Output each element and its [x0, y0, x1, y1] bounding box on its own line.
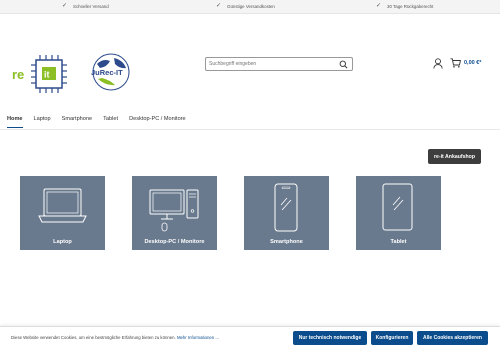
category-label: Desktop-PC / Monitore [144, 239, 205, 245]
nav-item-tablet[interactable]: Tablet [103, 116, 118, 128]
re-it-logo[interactable]: re it [12, 52, 72, 96]
configure-cookies-button[interactable]: Konfigurieren [371, 331, 413, 345]
category-tile-laptop[interactable]: Laptop [20, 176, 105, 250]
nav-item-smartphone[interactable]: Smartphone [62, 116, 92, 128]
usp-label: Günstige Versandkosten [227, 3, 275, 9]
category-label: Smartphone [270, 239, 303, 245]
nav-item-desktop-pc[interactable]: Desktop-PC / Monitore [129, 116, 186, 128]
account-icon[interactable] [433, 58, 443, 69]
category-tile-desktop-pc[interactable]: Desktop-PC / Monitore [132, 176, 217, 250]
jurec-it-logo[interactable]: JuRec-IT [88, 52, 134, 92]
check-icon: ✓ [62, 3, 68, 9]
nav-item-home[interactable]: Home [7, 116, 23, 128]
nav-item-laptop[interactable]: Laptop [34, 116, 51, 128]
nav-divider [0, 129, 500, 130]
cookie-text: Diese Website verwendet Cookies, um eine… [11, 335, 176, 340]
svg-text:JuRec-IT: JuRec-IT [91, 68, 123, 77]
category-label: Laptop [53, 239, 72, 245]
category-tile-smartphone[interactable]: Smartphone [244, 176, 329, 250]
usp-item: ✓ Günstige Versandkosten [216, 3, 275, 9]
more-information-link[interactable]: Mehr Informationen ... [177, 335, 219, 340]
usp-label: Schneller Versand [73, 3, 109, 9]
category-tile-tablet[interactable]: Tablet [356, 176, 441, 250]
category-label: Tablet [390, 239, 407, 245]
svg-text:re: re [12, 67, 24, 82]
cart-total[interactable]: 0,00 €* [464, 60, 481, 66]
usp-label: 30 Tage Rückgaberecht [387, 3, 434, 9]
search-input[interactable] [209, 58, 339, 70]
usp-item: ✓ Schneller Versand [62, 3, 109, 9]
accept-all-cookies-button[interactable]: Alle Cookies akzeptieren [417, 331, 488, 345]
search-icon[interactable] [339, 60, 348, 69]
buyback-shop-button[interactable]: re-it Ankaufshop [428, 149, 481, 164]
main-navigation: Home Laptop Smartphone Tablet Desktop-PC… [7, 116, 197, 128]
check-icon: ✓ [376, 3, 382, 9]
only-necessary-cookies-button[interactable]: Nur technisch notwendige [293, 331, 367, 345]
svg-text:it: it [44, 70, 50, 80]
search-box [205, 57, 353, 71]
cart-icon[interactable] [450, 58, 461, 68]
usp-bar: ✓ Schneller Versand ✓ Günstige Versandkost… [0, 0, 500, 14]
check-icon: ✓ [216, 3, 222, 9]
cookie-message: Diese Website verwendet Cookies, um eine… [11, 335, 219, 340]
usp-item: ✓ 30 Tage Rückgaberecht [376, 3, 433, 9]
cookie-consent-bar: Diese Website verwendet Cookies, um eine… [0, 326, 500, 348]
